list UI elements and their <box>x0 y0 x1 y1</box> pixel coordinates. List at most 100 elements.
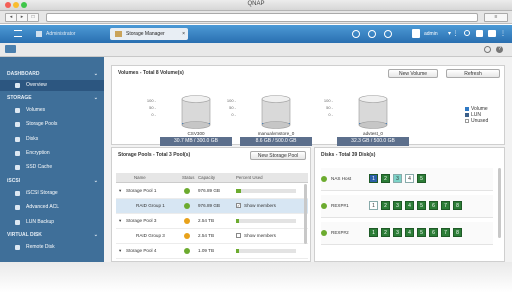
show-members-label[interactable]: Show members <box>244 229 276 243</box>
sidebar-item-advanced-acl[interactable]: Advanced ACL <box>0 202 104 213</box>
sidebar-item-storage-pools[interactable]: Storage Pools <box>0 119 104 130</box>
disks-scrollbar[interactable] <box>498 168 501 238</box>
row-capacity: 976.89 GB <box>198 203 220 208</box>
sidebar-item-ssd-cache[interactable]: SSD Cache <box>0 162 104 173</box>
disk-slot[interactable]: 3 <box>393 174 402 183</box>
expand-icon[interactable]: ▾ <box>119 244 121 258</box>
sidebar-item-encryption[interactable]: Encryption <box>0 148 104 159</box>
disk-slot[interactable]: 5 <box>417 201 426 210</box>
new-volume-button[interactable]: New Volume <box>388 69 438 78</box>
show-members-label[interactable]: Show members <box>244 199 276 213</box>
new-storage-pool-button[interactable]: New Storage Pool <box>250 151 306 160</box>
share-icon[interactable]: □ <box>27 13 39 22</box>
reader-icon[interactable]: ≡ <box>484 13 508 22</box>
sidebar-section-dashboard[interactable]: DASHBOARD ⌄ <box>0 69 104 80</box>
user-icon[interactable] <box>412 29 420 38</box>
raid-group-row[interactable]: RAID Group 3 2.54 TB Show members <box>116 229 308 244</box>
sidebar-item-overview[interactable]: Overview <box>0 80 104 91</box>
row-capacity: 1.09 TB <box>198 248 215 253</box>
disk-slot[interactable]: 1 <box>369 201 378 210</box>
search-icon[interactable] <box>352 30 360 38</box>
chevron-down-icon: ⌄ <box>93 95 98 101</box>
enclosure-row[interactable]: REXP#1 1 2 3 4 5 6 7 8 <box>321 195 493 218</box>
sidebar-section-iscsi[interactable]: iSCSI ⌄ <box>0 176 104 187</box>
pools-scrollbar[interactable] <box>304 184 307 244</box>
legend-swatch <box>465 112 469 117</box>
more-icon[interactable]: ⋮ <box>500 30 506 37</box>
main-content: Volumes - Total 8 Volume(s) New Volume R… <box>104 57 512 262</box>
show-members-checkbox[interactable] <box>236 233 241 238</box>
volume-card[interactable]: 100 - 50 - 0 - CSV300 30.7 MB / 300.0 GB <box>147 95 232 147</box>
row-name: Storage Pool 4 <box>126 248 157 253</box>
column-percent-used: Percent Used <box>236 175 263 180</box>
disks-panel: Disks - Total 39 Disk(s) NAS Host 1 2 3 4 5 RE… <box>314 147 505 262</box>
disk-slot[interactable]: 2 <box>381 201 390 210</box>
enclosure-row[interactable]: REXP#2 1 2 3 4 5 6 7 8 <box>321 222 493 245</box>
row-name: RAID Group 3 <box>136 233 165 238</box>
options-icon[interactable]: ▾ ⋮ <box>448 30 459 37</box>
sidebar-item-remote-disk[interactable]: Remote Disk <box>0 242 104 253</box>
help-icon[interactable] <box>476 30 483 37</box>
search-icon[interactable] <box>464 30 470 36</box>
volume-card[interactable]: 100 - 50 - 0 - advtest_0 32.3 GB / 500.0 GB <box>324 95 409 147</box>
menu-icon[interactable] <box>14 30 22 37</box>
expand-icon[interactable]: ▾ <box>119 184 121 198</box>
volume-card[interactable]: 100 - 50 - 0 - manualvmstore_0 8.6 GB / 500.… <box>227 95 312 147</box>
acl-icon <box>15 205 20 210</box>
status-ok-icon <box>184 248 190 254</box>
volumes-icon <box>15 108 20 113</box>
column-status: Status <box>182 175 195 180</box>
disk-slot[interactable]: 8 <box>453 228 462 237</box>
address-field[interactable] <box>46 13 478 22</box>
pool-row[interactable]: ▾ Storage Pool 3 2.54 TB <box>116 214 308 229</box>
disk-slot[interactable]: 6 <box>429 228 438 237</box>
volume-cylinder-icon <box>358 95 388 129</box>
pool-row[interactable]: ▾ Storage Pool 4 1.09 TB <box>116 244 308 259</box>
disk-slot[interactable]: 4 <box>405 174 414 183</box>
volume-name: advtest_0 <box>363 131 383 136</box>
sidebar-item-volumes[interactable]: Volumes <box>0 105 104 116</box>
disk-slot[interactable]: 8 <box>453 201 462 210</box>
sidebar-item-disks[interactable]: Disks <box>0 134 104 145</box>
refresh-button[interactable]: Refresh <box>446 69 500 78</box>
disk-slot[interactable]: 7 <box>441 228 450 237</box>
sidebar-item-lun-backup[interactable]: LUN Backup <box>0 217 104 228</box>
enclosure-name: REXP#1 <box>331 203 349 208</box>
events-icon[interactable] <box>384 30 392 38</box>
app-header: Administrator Storage Manager × admin ▾ … <box>0 25 512 43</box>
disk-slot[interactable]: 2 <box>381 228 390 237</box>
sidebar-section-virtual-disk[interactable]: VIRTUAL DISK ⌄ <box>0 230 104 241</box>
disk-slot[interactable]: 5 <box>417 228 426 237</box>
show-members-checkbox[interactable]: ✓ <box>236 203 241 208</box>
close-tab-icon[interactable]: × <box>182 28 185 40</box>
sidebar-item-iscsi-storage[interactable]: iSCSI Storage <box>0 188 104 199</box>
enclosure-row[interactable]: NAS Host 1 2 3 4 5 <box>321 168 493 191</box>
help-icon[interactable]: ? <box>496 46 503 53</box>
percent-used-bar <box>236 189 296 193</box>
disk-slot[interactable]: 4 <box>405 228 414 237</box>
pool-row[interactable]: ▾ Storage Pool 1 976.89 GB <box>116 184 308 199</box>
status-warning-icon <box>184 218 190 224</box>
disk-slot[interactable]: 3 <box>393 201 402 210</box>
disk-slot[interactable]: 1 <box>369 228 378 237</box>
disk-slot[interactable]: 5 <box>417 174 426 183</box>
tick-label: 50 - <box>149 105 156 110</box>
disk-slot[interactable]: 4 <box>405 201 414 210</box>
status-ok-icon <box>321 176 327 182</box>
browser-window: QNAP ◂ ▸ □ ≡ Administrator Storage Manag… <box>0 0 512 293</box>
tick-label: 50 - <box>326 105 333 110</box>
browser-toolbar: ◂ ▸ □ ≡ <box>0 11 512 24</box>
disk-slot[interactable]: 2 <box>381 174 390 183</box>
user-name[interactable]: admin <box>424 31 438 37</box>
expand-icon[interactable]: ▾ <box>119 214 121 228</box>
disk-slot[interactable]: 1 <box>369 174 378 183</box>
dashboard-icon[interactable] <box>488 30 496 37</box>
settings-gear-icon[interactable] <box>484 46 491 53</box>
sidebar-section-storage[interactable]: STORAGE ⌄ <box>0 93 104 104</box>
tab-storage-manager[interactable]: Storage Manager × <box>110 28 188 40</box>
disk-slot[interactable]: 6 <box>429 201 438 210</box>
raid-group-row[interactable]: RAID Group 1 976.89 GB ✓ Show members <box>116 199 308 214</box>
disk-slot[interactable]: 7 <box>441 201 450 210</box>
notification-icon[interactable] <box>368 30 376 38</box>
disk-slot[interactable]: 3 <box>393 228 402 237</box>
